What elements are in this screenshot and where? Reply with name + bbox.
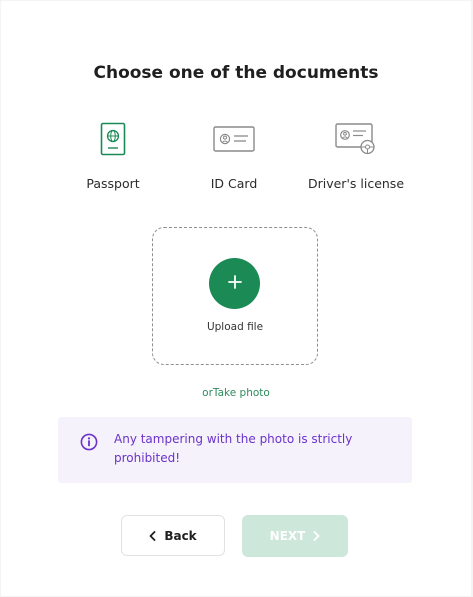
page-title: Choose one of the documents	[93, 63, 379, 83]
next-button-label: NEXT	[269, 529, 306, 543]
document-selection-card: Choose one of the documents Passport ID …	[1, 1, 471, 596]
notice-text: Any tampering with the photo is strictly…	[114, 432, 353, 465]
chevron-right-icon	[313, 531, 320, 541]
id-card-label: ID Card	[210, 176, 258, 191]
upload-dropzone[interactable]: Upload file	[152, 227, 318, 365]
document-option-drivers-license[interactable]: Driver's license	[296, 119, 416, 191]
plus-icon	[227, 274, 242, 293]
upload-button[interactable]	[209, 258, 260, 309]
passport-label: Passport	[86, 176, 140, 191]
next-button[interactable]: NEXT	[242, 515, 348, 557]
document-option-passport[interactable]: Passport	[53, 119, 173, 191]
upload-file-label: Upload file	[206, 321, 264, 333]
chevron-left-icon	[149, 530, 156, 541]
id-card-icon	[174, 119, 294, 159]
back-button[interactable]: Back	[121, 515, 225, 556]
back-button-label: Back	[164, 528, 197, 543]
passport-icon	[53, 119, 173, 159]
drivers-license-icon	[296, 119, 416, 159]
drivers-license-label: Driver's license	[307, 176, 405, 191]
info-icon	[80, 433, 98, 455]
tampering-notice: Any tampering with the photo is strictly…	[58, 417, 412, 483]
take-photo-link[interactable]: orTake photo	[1, 387, 471, 399]
document-option-id-card[interactable]: ID Card	[174, 119, 294, 191]
